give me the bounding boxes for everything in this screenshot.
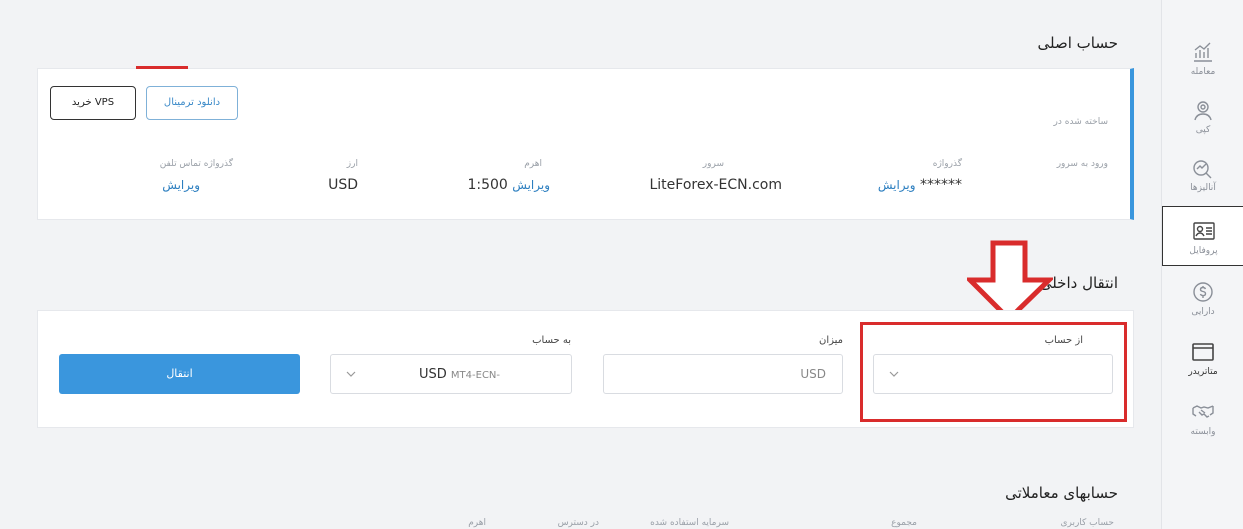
server-label: سرور (702, 159, 724, 169)
handshake-icon (1192, 405, 1214, 418)
sidebar: معامله کپی آنالیزها پروفایل دارایی متاتر… (1161, 0, 1243, 529)
sidebar-item-label: وابسته (1190, 427, 1216, 437)
sidebar-item-copy[interactable]: کپی (1162, 98, 1243, 146)
chart-icon (1194, 42, 1212, 62)
password-field: ویرایش ****** (878, 177, 962, 193)
sidebar-item-label: کپی (1195, 125, 1211, 135)
sidebar-item-analysis[interactable]: آنالیزها (1162, 156, 1243, 204)
sidebar-item-affiliate[interactable]: وابسته (1162, 400, 1243, 448)
dollar-icon (1193, 282, 1213, 302)
sidebar-item-label: متاتریدر (1188, 367, 1218, 377)
column-header: اهرم (468, 518, 486, 528)
to-account-value: USD MT4-ECN- (419, 367, 500, 382)
sidebar-item-label: معامله (1190, 67, 1216, 77)
column-header: در دسترس (557, 518, 599, 528)
trading-accounts-title: حسابهای معاملاتی (1005, 484, 1118, 502)
column-header: حساب کاربری (1060, 518, 1114, 528)
sidebar-item-label: دارایی (1191, 307, 1215, 317)
buy-vps-button[interactable]: خرید VPS (50, 86, 136, 120)
leverage-edit-link[interactable]: ویرایش (512, 178, 550, 192)
analysis-icon (1193, 160, 1212, 179)
sidebar-item-label: آنالیزها (1190, 183, 1216, 193)
sidebar-item-profile[interactable]: پروفایل (1162, 206, 1243, 266)
to-account-select[interactable]: USD MT4-ECN- (330, 354, 572, 394)
column-header: مجموع (891, 518, 917, 528)
currency-value: USD (328, 177, 358, 193)
decorative-stub (136, 66, 188, 69)
server-value: LiteForex-ECN.com (649, 177, 782, 193)
download-terminal-button[interactable]: دانلود ترمینال (146, 86, 238, 120)
leverage-value: 1:500 (467, 177, 508, 193)
amount-label: میزان (818, 335, 843, 346)
password-value: ****** (920, 177, 962, 193)
sidebar-item-metatrader[interactable]: متاتریدر (1162, 340, 1243, 388)
column-header: سرمایه استفاده شده (650, 518, 729, 528)
sidebar-item-assets[interactable]: دارایی (1162, 280, 1243, 328)
profile-card-icon (1192, 222, 1215, 240)
window-icon (1192, 343, 1214, 361)
transfer-submit-button[interactable]: انتقال (59, 354, 300, 394)
leverage-field: ویرایش 1:500 (467, 177, 550, 193)
amount-currency: USD (800, 367, 826, 381)
highlight-box (860, 322, 1127, 422)
password-label: گذرواژه (932, 159, 962, 169)
phone-password-label: گذرواژه تماس تلفن (159, 159, 233, 169)
password-edit-link[interactable]: ویرایش (878, 178, 916, 192)
to-account-label: به حساب (532, 335, 571, 346)
login-server-label: ورود به سرور (1056, 159, 1108, 169)
to-account-id: MT4-ECN- (450, 370, 501, 381)
amount-input[interactable]: USD (603, 354, 843, 394)
phone-password-field: ویرایش (162, 177, 200, 193)
leverage-label: اهرم (524, 159, 542, 169)
to-account-currency: USD (419, 367, 447, 382)
trading-accounts-header: حساب کاربری مجموع سرمایه استفاده شده در … (37, 518, 1134, 529)
user-copy-icon (1194, 101, 1212, 121)
main-account-panel: ساخته شده در دانلود ترمینال خرید VPS ورو… (37, 66, 1134, 220)
chevron-down-icon (346, 371, 356, 377)
currency-label: ارز (346, 159, 358, 169)
phone-password-edit-link[interactable]: ویرایش (162, 178, 200, 192)
created-label: ساخته شده در (1053, 117, 1108, 127)
main-account-title: حساب اصلی (1037, 34, 1119, 52)
sidebar-item-label: پروفایل (1189, 246, 1218, 256)
sidebar-item-trade[interactable]: معامله (1162, 40, 1243, 88)
